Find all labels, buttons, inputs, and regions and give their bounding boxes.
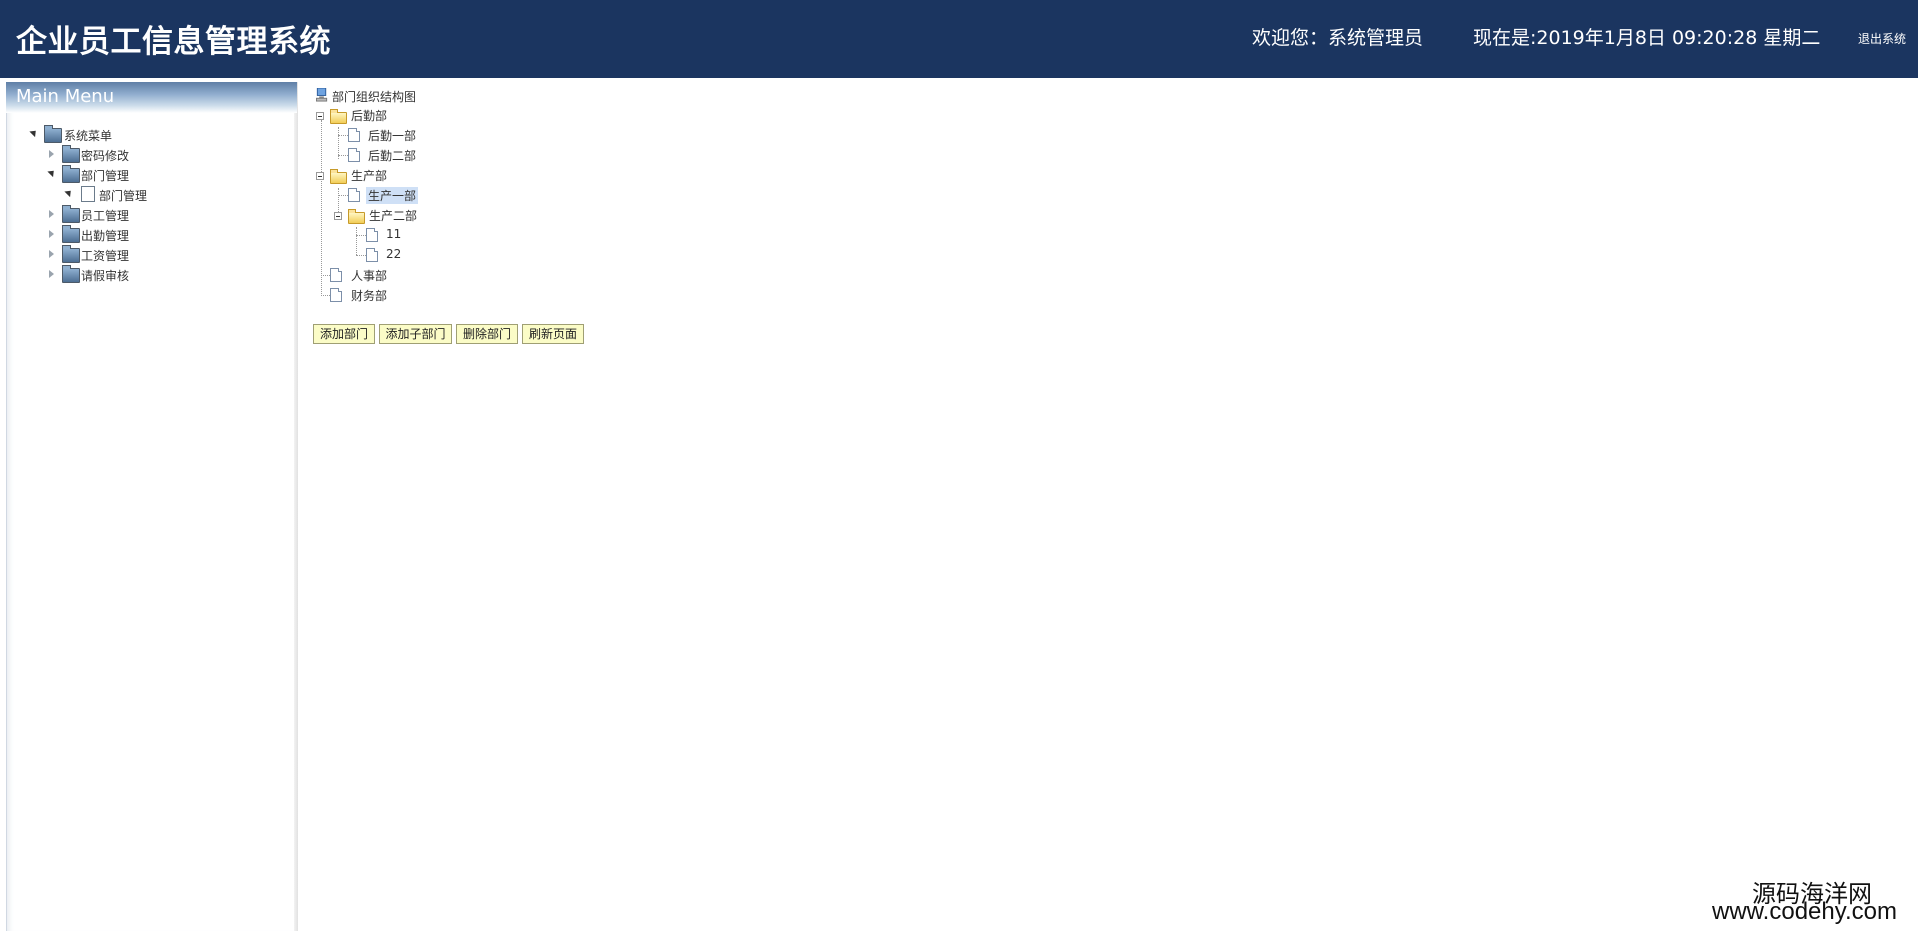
- menu-subitem-department[interactable]: 部门管理: [64, 185, 165, 203]
- expand-arrow-icon[interactable]: [47, 167, 57, 178]
- org-tree-root[interactable]: 部门组织结构图: [314, 87, 434, 105]
- tree-node-label: 后勤一部: [368, 129, 417, 143]
- tree-connector: [338, 155, 348, 156]
- folder-icon: [62, 245, 80, 263]
- add-department-button[interactable]: 添加部门: [313, 324, 375, 344]
- app-title: 企业员工信息管理系统: [16, 24, 331, 60]
- document-icon: [330, 288, 342, 302]
- tree-connector: [321, 120, 322, 296]
- tree-node-production-2[interactable]: 生产二部: [333, 206, 453, 224]
- collapse-arrow-icon[interactable]: [49, 150, 54, 158]
- menu-item-label: 部门管理: [81, 169, 130, 183]
- collapse-arrow-icon[interactable]: [49, 210, 54, 218]
- tree-connector: [356, 235, 366, 236]
- tree-node-logistics-2[interactable]: 后勤二部: [348, 146, 448, 164]
- folder-icon: [62, 225, 80, 243]
- menu-item-label: 员工管理: [81, 209, 130, 223]
- menu-root[interactable]: 系统菜单: [27, 125, 127, 143]
- watermark-url: www.codehy.com: [1712, 898, 1897, 925]
- tree-node-label: 生产一部: [366, 187, 419, 204]
- menu-item-password[interactable]: 密码修改: [47, 145, 147, 163]
- tree-node-label: 人事部: [351, 269, 388, 283]
- tree-connector: [356, 255, 366, 256]
- tree-node-production-1[interactable]: 生产一部: [348, 186, 448, 204]
- menu-root-label: 系统菜单: [64, 129, 113, 143]
- menu-item-label: 密码修改: [81, 149, 130, 163]
- tree-node-production[interactable]: 生产部: [315, 166, 435, 184]
- refresh-page-button[interactable]: 刷新页面: [522, 324, 584, 344]
- folder-icon: [62, 205, 80, 223]
- tree-connector: [338, 135, 348, 136]
- tree-node-22[interactable]: 22: [366, 246, 426, 264]
- delete-department-button[interactable]: 删除部门: [456, 324, 518, 344]
- current-time: 现在是:2019年1月8日 09:20:28 星期二: [1473, 27, 1821, 49]
- tree-node-label: 22: [386, 247, 402, 261]
- menu-item-label: 出勤管理: [81, 229, 130, 243]
- folder-icon: [62, 145, 80, 163]
- tree-node-label: 财务部: [351, 289, 388, 303]
- folder-icon: [62, 265, 80, 283]
- collapse-toggle-icon[interactable]: [316, 172, 324, 180]
- menu-item-label: 工资管理: [81, 249, 130, 263]
- document-icon: [330, 268, 342, 282]
- tree-node-label: 后勤部: [351, 109, 388, 123]
- document-icon: [348, 188, 360, 202]
- tree-node-label: 生产二部: [369, 209, 418, 223]
- collapse-arrow-icon[interactable]: [49, 270, 54, 278]
- top-header: 企业员工信息管理系统 欢迎您：系统管理员 现在是:2019年1月8日 09:20…: [0, 0, 1918, 78]
- document-icon: [366, 228, 378, 242]
- org-tree-root-label: 部门组织结构图: [332, 90, 417, 104]
- tree-node-logistics-1[interactable]: 后勤一部: [348, 126, 448, 144]
- collapse-arrow-icon[interactable]: [49, 250, 54, 258]
- folder-open-icon: [330, 109, 347, 124]
- folder-open-icon: [330, 169, 347, 184]
- menu-item-department[interactable]: 部门管理: [47, 165, 147, 183]
- folder-icon: [44, 125, 62, 143]
- tree-node-finance[interactable]: 财务部: [330, 286, 430, 304]
- collapse-toggle-icon[interactable]: [334, 212, 342, 220]
- menu-item-leave[interactable]: 请假审核: [47, 265, 147, 283]
- computer-icon: [316, 88, 328, 102]
- tree-connector: [321, 295, 330, 296]
- tree-node-logistics[interactable]: 后勤部: [315, 106, 435, 124]
- collapse-arrow-icon[interactable]: [49, 230, 54, 238]
- menu-item-label: 部门管理: [99, 189, 148, 203]
- menu-item-label: 请假审核: [81, 269, 130, 283]
- sidebar-splitter[interactable]: [294, 82, 298, 931]
- folder-icon: [62, 165, 80, 183]
- document-icon: [348, 128, 360, 142]
- tree-node-label: 生产部: [351, 169, 388, 183]
- tree-connector: [321, 275, 330, 276]
- document-icon: [348, 148, 360, 162]
- tree-node-11[interactable]: 11: [366, 226, 426, 244]
- expand-arrow-icon[interactable]: [29, 127, 39, 138]
- folder-open-icon: [348, 209, 365, 224]
- logout-link[interactable]: 退出系统: [1858, 30, 1906, 47]
- menu-item-attendance[interactable]: 出勤管理: [47, 225, 147, 243]
- tree-node-hr[interactable]: 人事部: [330, 266, 430, 284]
- add-subdepartment-button[interactable]: 添加子部门: [379, 324, 452, 344]
- main-menu-header: Main Menu: [6, 82, 297, 113]
- welcome-text: 欢迎您：系统管理员: [1252, 27, 1424, 49]
- collapse-toggle-icon[interactable]: [316, 112, 324, 120]
- document-icon: [81, 186, 95, 202]
- menu-item-salary[interactable]: 工资管理: [47, 245, 147, 263]
- tree-node-label: 11: [386, 227, 402, 241]
- tree-node-label: 后勤二部: [368, 149, 417, 163]
- menu-item-employee[interactable]: 员工管理: [47, 205, 147, 223]
- document-icon: [366, 248, 378, 262]
- tree-connector: [356, 227, 357, 255]
- tree-connector: [338, 195, 348, 196]
- expand-arrow-icon: [64, 187, 74, 198]
